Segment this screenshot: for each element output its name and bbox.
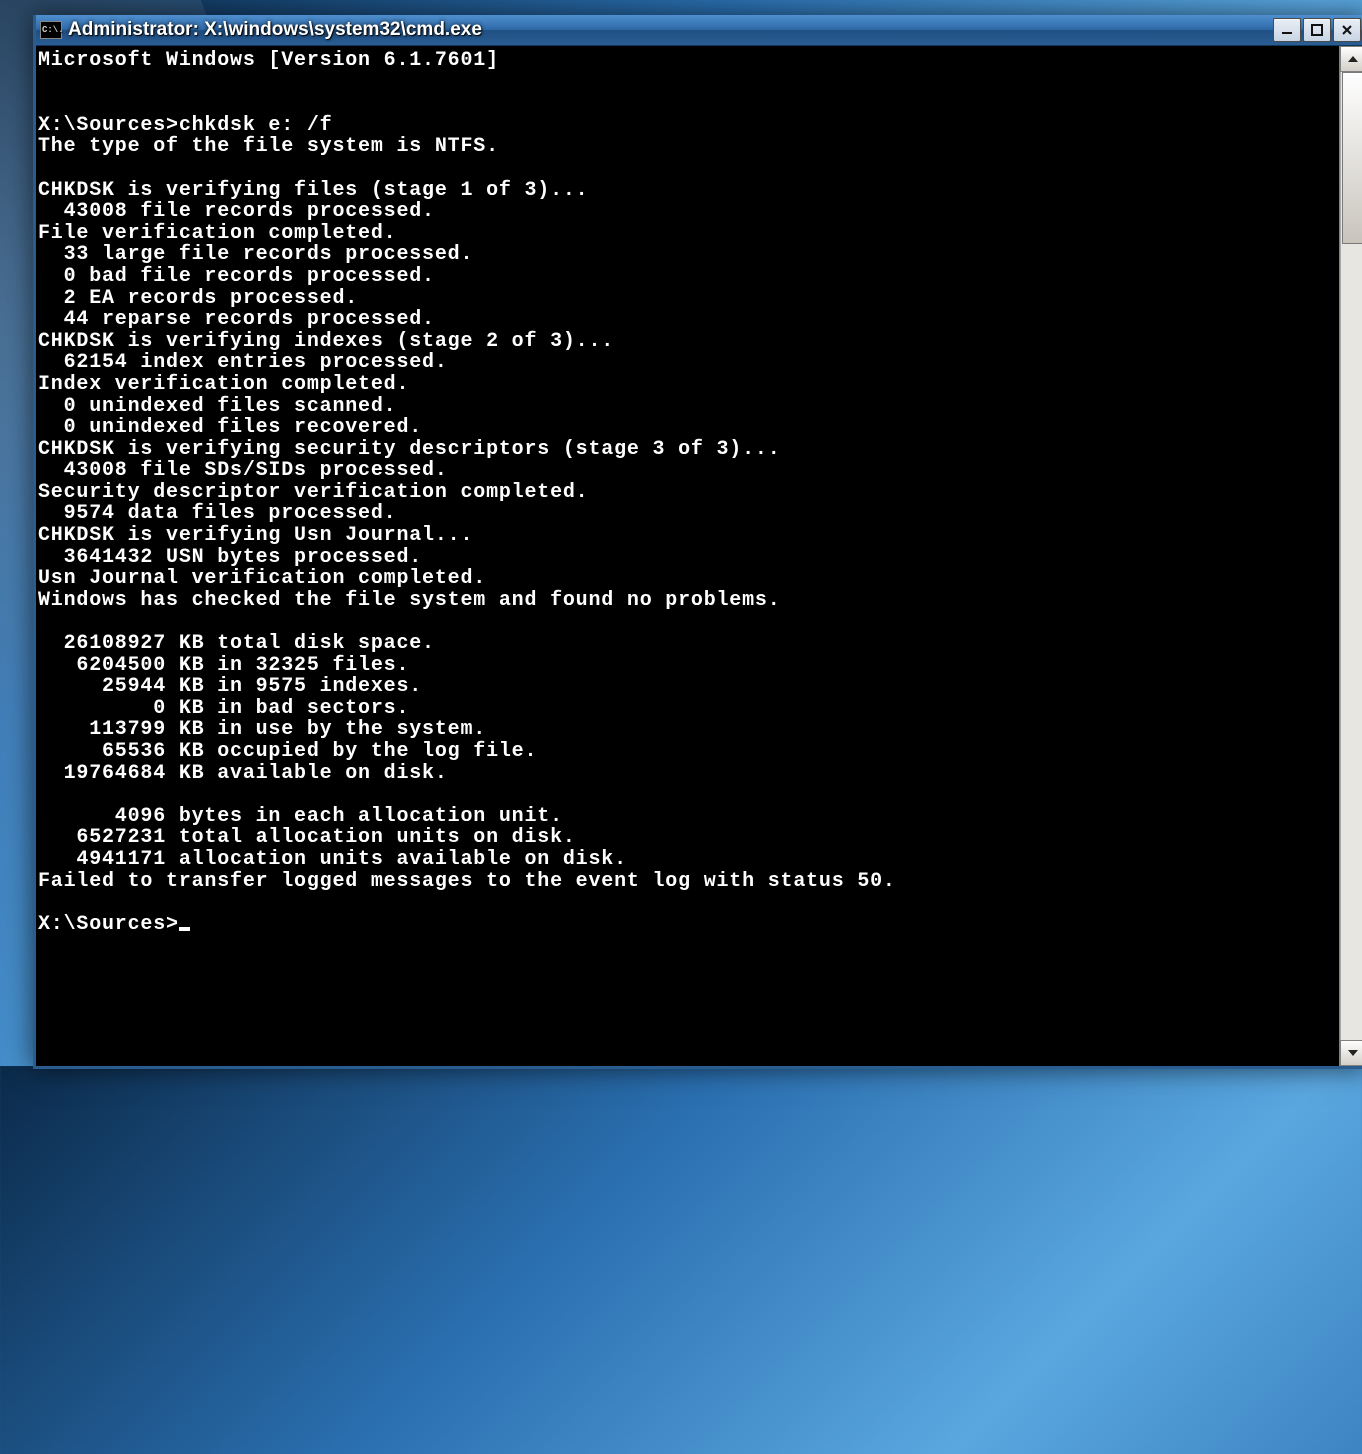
vertical-scrollbar[interactable] [1339, 46, 1362, 1066]
cmd-icon-label: C:\. [42, 26, 64, 35]
scroll-track[interactable] [1340, 72, 1362, 1040]
maximize-button[interactable] [1303, 18, 1331, 42]
titlebar[interactable]: C:\. Administrator: X:\windows\system32\… [36, 15, 1362, 46]
console-output[interactable]: Microsoft Windows [Version 6.1.7601] X:\… [36, 46, 1339, 1066]
chevron-down-icon [1348, 1050, 1358, 1056]
maximize-icon [1311, 24, 1323, 36]
minimize-icon [1281, 24, 1293, 36]
console-cursor [179, 927, 190, 931]
cmd-window: C:\. Administrator: X:\windows\system32\… [33, 15, 1362, 1069]
cmd-icon: C:\. [40, 21, 62, 39]
console-client-area: Microsoft Windows [Version 6.1.7601] X:\… [36, 46, 1362, 1066]
window-controls [1273, 15, 1362, 45]
close-button[interactable] [1333, 18, 1361, 42]
scroll-up-button[interactable] [1340, 46, 1362, 72]
console-prompt: X:\Sources> [38, 913, 179, 936]
scroll-thumb[interactable] [1342, 72, 1362, 244]
chevron-up-icon [1348, 56, 1358, 62]
minimize-button[interactable] [1273, 18, 1301, 42]
window-title: Administrator: X:\windows\system32\cmd.e… [68, 19, 482, 41]
close-icon [1341, 24, 1353, 36]
scroll-down-button[interactable] [1340, 1040, 1362, 1066]
